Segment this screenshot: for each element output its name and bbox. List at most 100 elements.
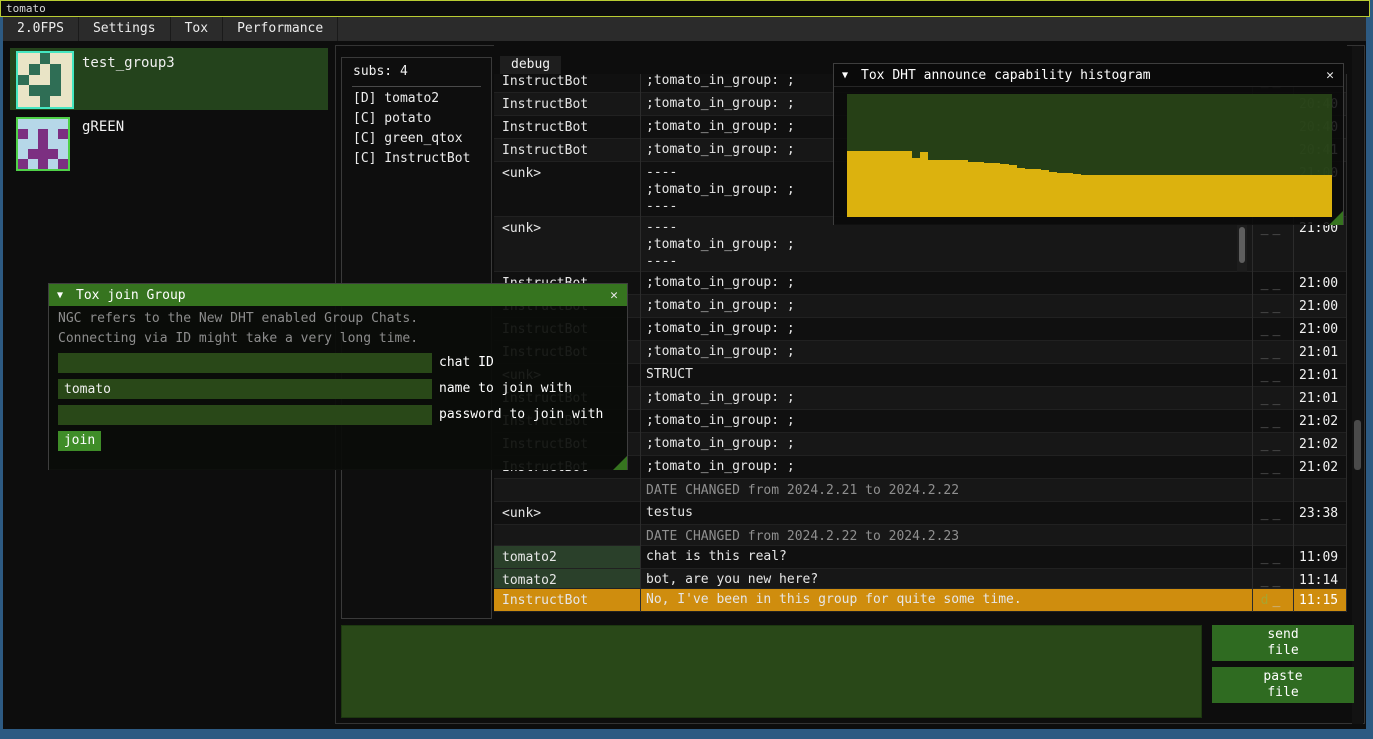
avatar-pixel [50, 96, 61, 107]
subs-separator [352, 86, 481, 87]
date-change-row[interactable]: DATE CHANGED from 2024.2.21 to 2024.2.22 [494, 479, 1347, 502]
histogram-bar [1259, 175, 1267, 217]
resize-grip-icon[interactable] [1329, 211, 1343, 225]
message-sender: InstructBot [494, 589, 640, 611]
message-status-flags: __ [1252, 318, 1293, 340]
message-timestamp: 21:02 [1293, 410, 1347, 432]
join-field-password-to-join-with[interactable] [58, 405, 432, 425]
histogram-bar [1275, 175, 1283, 217]
status-flag: _ [1261, 368, 1273, 383]
avatar-pixel [58, 149, 68, 159]
close-icon[interactable]: ✕ [1326, 68, 1334, 83]
member-item[interactable]: [D] tomato2 [353, 89, 439, 109]
join-button[interactable]: join [58, 431, 101, 451]
message-timestamp: 11:15 [1293, 589, 1347, 611]
histogram-bar [895, 151, 903, 217]
chat-message-row[interactable]: <unk>---- ;tomato_in_group: ; ----__21:0… [494, 217, 1347, 272]
histogram-bar [1178, 175, 1186, 217]
histogram-bar [1089, 175, 1097, 217]
collapse-arrow-icon[interactable]: ▼ [57, 290, 63, 301]
histogram-bar [1106, 175, 1114, 217]
member-item[interactable]: [C] InstructBot [353, 149, 470, 169]
chat-message-row[interactable]: tomato2bot, are you new here?__11:14 [494, 569, 1347, 589]
status-flag: _ [1273, 345, 1285, 360]
message-timestamp: 21:00 [1293, 318, 1347, 340]
avatar-pixel [18, 75, 29, 86]
chat-message-row[interactable]: <unk>testus__23:38 [494, 502, 1347, 525]
chat-message-row[interactable]: tomato2chat is this real?__11:09 [494, 546, 1347, 569]
message-sender: <unk> [494, 162, 640, 216]
message-timestamp: 23:38 [1293, 502, 1347, 524]
avatar-pixel [29, 53, 40, 64]
message-sender: InstructBot [494, 74, 640, 92]
message-text: ;tomato_in_group: ; [640, 272, 1252, 294]
join-group-title: Tox join Group [76, 288, 186, 303]
menu-bar: 2.0FPSSettingsToxPerformance [3, 17, 1366, 41]
join-field-name-to-join-with[interactable] [58, 379, 432, 399]
chat-message-row[interactable]: InstructBotNo, I've been in this group f… [494, 589, 1347, 612]
histogram-bar [1017, 168, 1025, 217]
menu-item-tox[interactable]: Tox [171, 17, 223, 41]
histogram-bar [1211, 175, 1219, 217]
histogram-bar [1186, 175, 1194, 217]
dht-histogram-title-bar[interactable]: ▼ Tox DHT announce capability histogram … [834, 64, 1343, 87]
histogram-bar [984, 163, 992, 217]
histogram-bar [1162, 175, 1170, 217]
window-title-bar[interactable]: tomato [0, 0, 1370, 17]
histogram-bar [1065, 173, 1073, 217]
menu-item-performance[interactable]: Performance [223, 17, 338, 41]
histogram-bar [928, 160, 936, 217]
status-flag: _ [1261, 345, 1273, 360]
status-flag: _ [1273, 506, 1285, 521]
collapse-arrow-icon[interactable]: ▼ [842, 70, 848, 81]
message-cell-scrollbar-thumb[interactable] [1239, 227, 1245, 263]
histogram-bar [1194, 175, 1202, 217]
member-item[interactable]: [C] green_qtox [353, 129, 463, 149]
status-flag: _ [1273, 550, 1285, 565]
date-change-text: DATE CHANGED from 2024.2.22 to 2024.2.23 [494, 525, 1347, 545]
message-cell-scrollbar[interactable] [1237, 223, 1247, 272]
avatar-pixel [40, 64, 51, 75]
send-file-button[interactable]: send file [1212, 625, 1354, 661]
resize-grip-icon[interactable] [613, 456, 627, 470]
date-change-row[interactable]: DATE CHANGED from 2024.2.22 to 2024.2.23 [494, 525, 1347, 546]
paste-file-button[interactable]: paste file [1212, 667, 1354, 703]
message-text: ;tomato_in_group: ; [640, 456, 1252, 478]
status-flag: _ [1273, 276, 1285, 291]
message-timestamp: 21:01 [1293, 341, 1347, 363]
status-flag: _ [1261, 276, 1273, 291]
message-input[interactable] [341, 625, 1202, 718]
fps-counter: 2.0FPS [3, 17, 79, 41]
message-status-flags: __ [1252, 546, 1293, 568]
subs-count-label: subs: 4 [353, 64, 408, 79]
avatar-pixel [48, 139, 58, 149]
avatar-pixel [48, 149, 58, 159]
chat-scrollbar-thumb[interactable] [1354, 420, 1361, 470]
menu-item-settings[interactable]: Settings [79, 17, 171, 41]
status-flag: _ [1273, 593, 1285, 608]
status-flag: _ [1261, 391, 1273, 406]
message-status-flags: __ [1252, 364, 1293, 386]
member-item[interactable]: [C] potato [353, 109, 431, 129]
histogram-bar [952, 160, 960, 217]
histogram-bar [1057, 173, 1065, 217]
message-status-flags: __ [1252, 569, 1293, 588]
avatar-pixel [28, 159, 38, 169]
group-avatar [16, 117, 70, 171]
message-status-flags: d_ [1252, 589, 1293, 611]
status-flag: _ [1273, 322, 1285, 337]
dht-histogram-window: ▼ Tox DHT announce capability histogram … [833, 63, 1344, 225]
avatar-pixel [18, 139, 28, 149]
close-icon[interactable]: ✕ [610, 288, 618, 303]
tab-debug[interactable]: debug [500, 56, 561, 74]
join-field-label: chat ID [439, 353, 494, 373]
message-sender: <unk> [494, 502, 640, 524]
join-group-title-bar[interactable]: ▼ Tox join Group ✕ [49, 284, 627, 306]
avatar-pixel [18, 85, 29, 96]
message-text: ;tomato_in_group: ; [640, 295, 1252, 317]
histogram-bar [847, 151, 855, 217]
message-text: ---- ;tomato_in_group: ; ---- [640, 217, 1252, 271]
join-field-chat-ID[interactable] [58, 353, 432, 373]
chat-scrollbar[interactable] [1352, 46, 1363, 724]
message-text: ;tomato_in_group: ; [640, 433, 1252, 455]
